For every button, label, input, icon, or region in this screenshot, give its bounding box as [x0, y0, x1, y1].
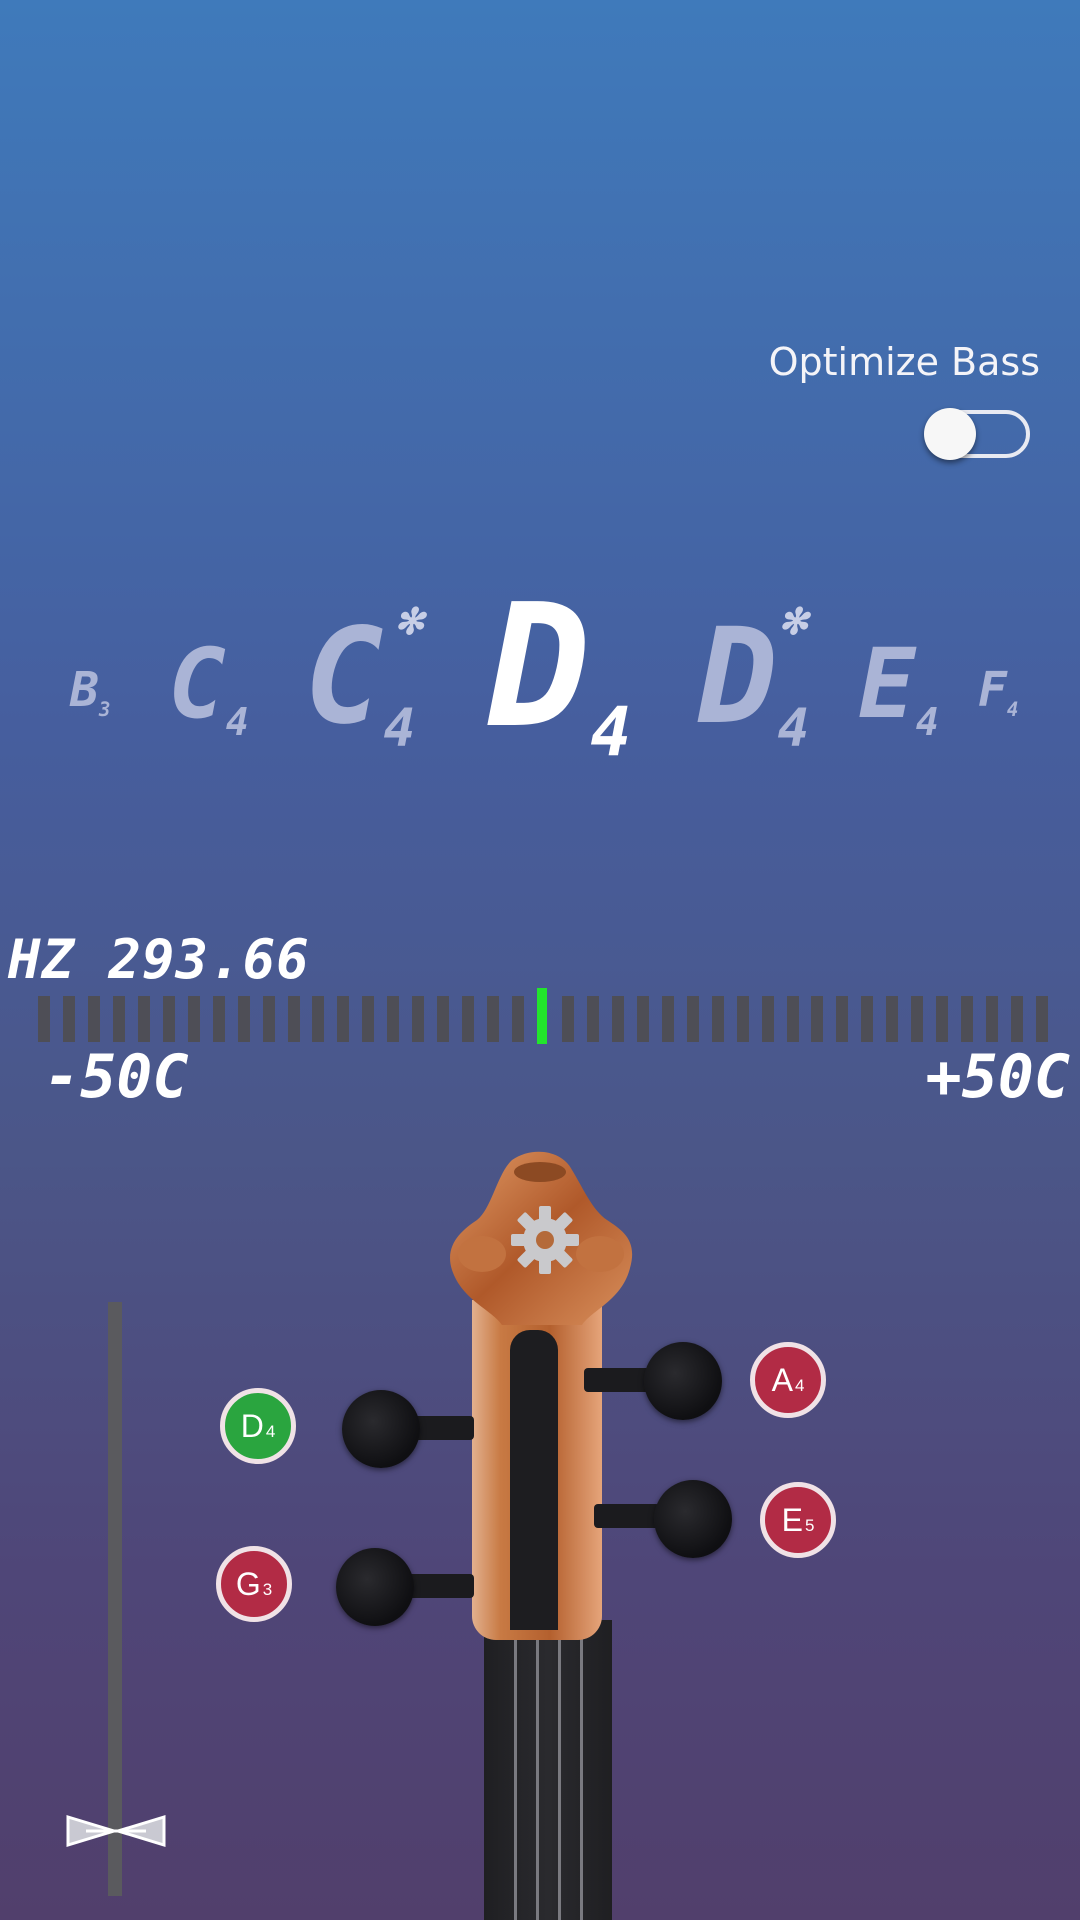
tuning-peg-e[interactable]: [654, 1480, 732, 1558]
cents-tick: [761, 996, 774, 1042]
cents-tick: [736, 996, 749, 1042]
string-button-a4[interactable]: A4: [750, 1342, 826, 1418]
sharp-icon: ✻: [396, 594, 423, 645]
cents-tick: [586, 996, 599, 1042]
cents-max-label: +50C: [925, 1042, 1071, 1112]
cents-needle: [537, 988, 547, 1044]
cents-tick: [162, 996, 175, 1042]
cents-tick: [936, 996, 949, 1042]
cents-tick: [38, 996, 50, 1042]
optimize-bass-label: Optimize Bass: [768, 340, 1040, 384]
tuning-peg-d[interactable]: [342, 1390, 420, 1468]
cents-tick: [961, 996, 974, 1042]
cents-tick: [811, 996, 824, 1042]
note-e4: E4: [858, 628, 939, 745]
cents-tick: [212, 996, 225, 1042]
cents-tick: [387, 996, 400, 1042]
cents-tick: [786, 996, 799, 1042]
cents-tick: [437, 996, 450, 1042]
cents-tick: [137, 996, 150, 1042]
cents-tick: [836, 996, 849, 1042]
cents-tick: [886, 996, 899, 1042]
sensitivity-slider-track[interactable]: [108, 1302, 122, 1896]
cents-min-label: -50C: [44, 1042, 189, 1112]
cents-tick: [62, 996, 75, 1042]
peg-stem: [594, 1504, 660, 1528]
sharp-icon: ✻: [780, 594, 807, 645]
cents-tick: [237, 996, 250, 1042]
string-button-d4[interactable]: D4: [220, 1388, 296, 1464]
cents-tick: [187, 996, 200, 1042]
cents-tick: [362, 996, 375, 1042]
note-b3: B3: [70, 662, 111, 721]
cents-tick: [412, 996, 425, 1042]
cents-tick: [911, 996, 924, 1042]
tuning-peg-g[interactable]: [336, 1548, 414, 1626]
note-d4-current: D4: [488, 568, 632, 772]
note-c-sharp-4: C4 ✻: [304, 594, 423, 759]
frequency-readout: HZ 293.66: [8, 928, 310, 991]
cents-tick: [686, 996, 699, 1042]
violin-string: [536, 1620, 539, 1920]
optimize-bass-toggle[interactable]: [924, 408, 1030, 460]
cents-tick: [636, 996, 649, 1042]
cents-tick: [262, 996, 275, 1042]
peg-stem: [584, 1368, 650, 1392]
tuning-peg-a[interactable]: [644, 1342, 722, 1420]
bowtie-handle-icon[interactable]: [66, 1814, 166, 1848]
cents-tick: [1011, 996, 1024, 1042]
cents-tick: [986, 996, 999, 1042]
cents-tick: [337, 996, 350, 1042]
note-f4: F4: [978, 662, 1019, 721]
cents-tick: [1036, 996, 1048, 1042]
cents-tick: [861, 996, 874, 1042]
gear-icon[interactable]: [505, 1200, 585, 1280]
cents-meter: [38, 988, 1048, 1044]
toggle-knob: [924, 408, 976, 460]
cents-tick: [487, 996, 500, 1042]
cents-tick: [561, 996, 574, 1042]
cents-tick: [312, 996, 325, 1042]
cents-tick: [661, 996, 674, 1042]
pegbox-slot: [510, 1330, 558, 1630]
cents-tick: [512, 996, 525, 1042]
note-d-sharp-4: D4 ✻: [698, 594, 810, 759]
violin-string: [514, 1620, 517, 1920]
note-c4: C4: [168, 628, 249, 745]
violin-string: [580, 1620, 583, 1920]
cents-tick: [611, 996, 624, 1042]
cents-tick: [112, 996, 125, 1042]
cents-tick: [87, 996, 100, 1042]
string-button-g3[interactable]: G3: [216, 1546, 292, 1622]
violin-string: [558, 1620, 561, 1920]
string-button-e5[interactable]: E5: [760, 1482, 836, 1558]
peg-stem: [406, 1574, 474, 1598]
cents-tick: [287, 996, 300, 1042]
cents-tick: [711, 996, 724, 1042]
violin-fingerboard: [484, 1620, 612, 1920]
cents-tick: [462, 996, 475, 1042]
